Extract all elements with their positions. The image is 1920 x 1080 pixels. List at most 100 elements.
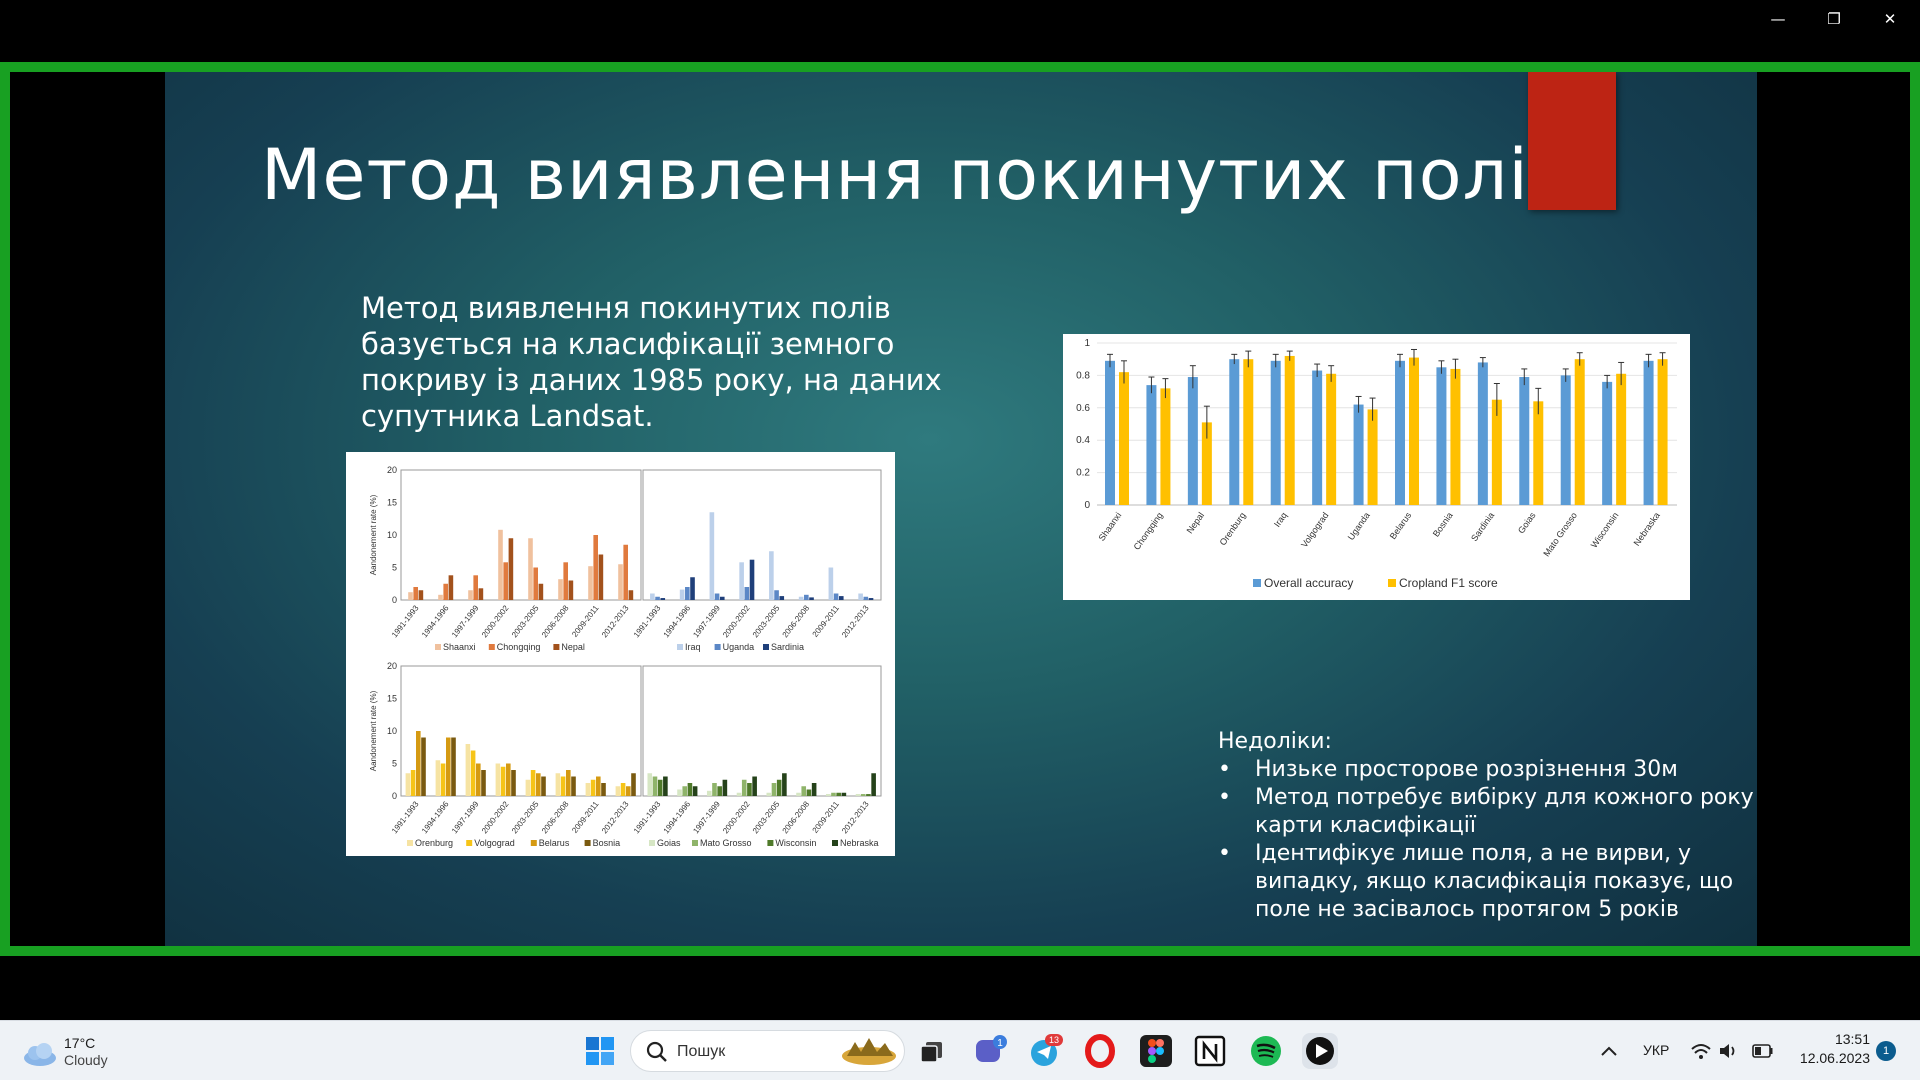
x-tick-label: 1991-1993: [632, 799, 663, 835]
clock-date[interactable]: 12.06.2023: [1794, 1050, 1870, 1066]
chart-bar: [685, 587, 690, 600]
chart-bar: [588, 566, 593, 600]
search-icon: [646, 1041, 667, 1062]
chart-bar: [714, 593, 720, 600]
chart-bar: [623, 544, 628, 600]
chart-bar: [511, 770, 516, 796]
chart-bar: [465, 744, 471, 796]
chart-bar: [809, 597, 814, 600]
volume-icon[interactable]: [1718, 1042, 1738, 1060]
legend-swatch: [584, 840, 591, 846]
teams-app[interactable]: 1: [972, 1033, 1008, 1069]
restore-button[interactable]: ❐: [1806, 4, 1862, 34]
clock-time[interactable]: 13:51: [1830, 1031, 1870, 1047]
weather-widget[interactable]: 17°C Cloudy: [18, 1031, 138, 1073]
chart-bar: [563, 562, 568, 600]
y-tick-label: 0.6: [1076, 403, 1090, 414]
start-button[interactable]: [584, 1035, 616, 1067]
y-tick-label: 10: [387, 726, 397, 736]
chart-bar: [566, 770, 571, 796]
chart-bar: [413, 587, 418, 600]
chart-bar: [451, 737, 456, 796]
x-tick-label: 1991-1993: [390, 603, 421, 639]
shared-screen-frame: Метод виявлення покинутих полів Метод ви…: [0, 62, 1920, 956]
legend-swatch: [767, 840, 774, 846]
opera-icon: [1085, 1034, 1115, 1068]
legend-label: Shaanxi: [443, 642, 476, 652]
chart-bar: [741, 779, 747, 796]
chart-bar: [1353, 404, 1364, 505]
legend-label: Iraq: [685, 642, 701, 652]
windows-logo-icon: [586, 1037, 614, 1065]
chart-bar: [801, 786, 807, 796]
y-tick-label: 20: [387, 661, 397, 671]
chart-bar: [747, 783, 752, 796]
language-indicator[interactable]: УКР: [1643, 1042, 1669, 1058]
legend-swatch: [692, 840, 698, 846]
minimize-button[interactable]: —: [1750, 4, 1806, 34]
slide-body-text: Метод виявлення покинутих полів базуєтьс…: [361, 291, 942, 433]
spotify-app[interactable]: [1248, 1033, 1284, 1069]
notification-center[interactable]: 1: [1876, 1041, 1896, 1061]
notion-app[interactable]: [1192, 1033, 1228, 1069]
telegram-app[interactable]: 13: [1028, 1033, 1064, 1069]
y-tick-label: 15: [387, 498, 397, 508]
legend-swatch: [435, 644, 441, 650]
legend-swatch: [1388, 579, 1396, 587]
y-tick-label: 10: [387, 530, 397, 540]
figma-app[interactable]: [1138, 1033, 1174, 1069]
chart-bar: [416, 731, 421, 796]
abandonment-rate-charts: 20 15 10 5 0 Aandonement rate (%) 1991-1993 199…: [346, 452, 895, 856]
chart-bar: [776, 779, 782, 796]
chart-bar: [601, 783, 606, 796]
chart-bar: [771, 783, 777, 796]
chart-bar: [1367, 409, 1378, 505]
chart-bar: [481, 770, 486, 796]
x-tick-label: 2012-2013: [840, 603, 871, 639]
chart-bar: [508, 538, 514, 600]
chart-bar: [766, 792, 772, 796]
drawback-item: Ідентифікує лише поля, а не вирви, у вип…: [1218, 840, 1757, 924]
x-tick-label: 2009-2011: [570, 799, 601, 835]
legend-label: Nepal: [561, 642, 585, 652]
y-tick-label: 15: [387, 694, 397, 704]
weather-temp: 17°C: [64, 1035, 96, 1051]
legend-swatch: [1253, 579, 1261, 587]
chart-bar: [440, 763, 446, 796]
x-tick-label: 1991-1993: [390, 799, 421, 835]
battery-icon[interactable]: [1752, 1044, 1774, 1058]
chart-bar: [615, 786, 621, 796]
x-tick-label: 1997-1999: [691, 603, 722, 639]
chart-bar: [448, 575, 454, 600]
legend-swatch: [530, 840, 537, 846]
media-player-app[interactable]: [1302, 1033, 1338, 1069]
chart-bar: [558, 579, 563, 600]
wifi-icon[interactable]: [1690, 1042, 1712, 1060]
chart-bar: [836, 792, 841, 796]
chart-bar: [1312, 370, 1323, 505]
close-button[interactable]: ✕: [1862, 4, 1918, 34]
chart-bar: [717, 786, 722, 796]
task-view-icon: [920, 1042, 942, 1063]
accent-tab: [1528, 72, 1616, 210]
chart-bar: [825, 794, 831, 796]
media-player-icon: [1306, 1037, 1334, 1065]
chart-bar: [828, 567, 834, 600]
window-titlebar: — ❐ ✕: [0, 0, 1920, 62]
legend-swatch: [488, 644, 495, 650]
x-tick-label: Volgograd: [1299, 510, 1330, 549]
legend-label: Nebraska: [840, 838, 879, 848]
chart-bar: [1243, 359, 1254, 505]
chart-bar: [590, 779, 596, 796]
task-view-button[interactable]: [914, 1033, 950, 1069]
chart-bar: [679, 589, 685, 600]
x-tick-label: Mato Grosso: [1541, 510, 1579, 558]
x-tick-label: 1997-1999: [691, 799, 722, 835]
opera-app[interactable]: [1082, 1033, 1118, 1069]
chart-bar: [536, 773, 541, 796]
y-tick-label: 0: [392, 595, 397, 605]
search-box[interactable]: Пошук: [630, 1030, 905, 1072]
x-tick-label: Iraq: [1272, 510, 1289, 528]
chevron-up-icon[interactable]: [1600, 1045, 1618, 1057]
chart-bar: [868, 598, 874, 600]
